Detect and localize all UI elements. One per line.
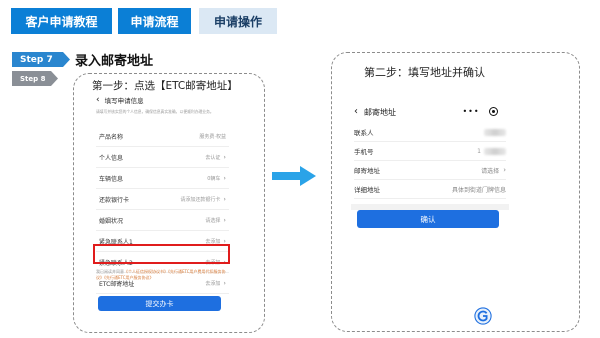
form-row-personal-info[interactable]: 个人信息 去认证 › <box>96 147 229 168</box>
form-row-value: 去认证 › <box>205 153 226 161</box>
chevron-right-icon: › <box>223 195 226 203</box>
step-7-marker: Step 7 <box>12 52 70 67</box>
form-row-product: 产品名称 服务费·权益 <box>96 126 229 147</box>
form-row-label: 婚姻状况 <box>99 217 124 225</box>
agreement-link-credit[interactable]: 《个人征信授权协议书》 <box>124 269 168 274</box>
form-row-bank-card[interactable]: 还款银行卡 请添加还款银行卡 › <box>96 189 229 210</box>
form-row-contact[interactable]: 联系人 <box>354 123 506 142</box>
left-form-title: 填写申请信息 <box>104 97 144 105</box>
form-row-marital-status[interactable]: 婚姻状况 请选择 › <box>96 210 229 231</box>
form-row-value: 请选择 › <box>481 166 506 175</box>
form-row-value: 服务费·权益 <box>199 133 226 140</box>
form-row-label: 手机号 <box>354 148 374 156</box>
right-form-rows: 联系人 手机号 1 邮寄地址 请选择 › 详细地址 具体到街道门牌信息 <box>354 123 506 199</box>
app-logo-icon <box>474 307 492 325</box>
form-row-label: 个人信息 <box>99 154 124 162</box>
chevron-left-icon[interactable]: ‹ <box>354 107 358 117</box>
section-title: 录入邮寄地址 <box>75 54 154 69</box>
form-row-detailed-address[interactable]: 详细地址 具体到街道门牌信息 <box>354 180 506 199</box>
etc-address-highlight-box <box>93 244 230 264</box>
mini-program-capsule: ••• <box>458 104 502 118</box>
submit-card-button[interactable]: 提交办卡 <box>98 296 221 311</box>
form-row-mailing-address[interactable]: 邮寄地址 请选择 › <box>354 161 506 180</box>
form-row-value: 请添加还款银行卡 › <box>180 195 226 203</box>
form-row-value: 具体到街道门牌信息 <box>451 186 506 194</box>
chevron-right-icon: › <box>503 166 506 174</box>
more-dots-icon[interactable]: ••• <box>462 107 479 116</box>
target-close-icon[interactable] <box>488 106 498 116</box>
agreement-text: 我已阅读并同意《个人征信授权协议书》《先行通ETC用户费用代扣服务协议》《先行通… <box>96 269 226 280</box>
form-row-label: 联系人 <box>354 129 374 137</box>
step-8-marker: Step 8 <box>12 71 58 86</box>
agreement-link-service[interactable]: 《先行通ETC用户服务协议》 <box>104 275 154 280</box>
form-row-label: 车辆信息 <box>99 175 124 183</box>
form-row-value: 0辆车 › <box>207 174 226 182</box>
form-row-label: 还款银行卡 <box>99 196 130 204</box>
chevron-right-icon: › <box>223 216 226 224</box>
right-arrow-icon <box>272 166 316 186</box>
form-row-value: 请选择 › <box>205 216 226 224</box>
left-panel-heading: 第一步：点选【ETC邮寄地址】 <box>92 80 238 92</box>
form-row-label: 详细地址 <box>354 186 380 194</box>
chevron-right-icon: › <box>223 153 226 161</box>
form-row-vehicle-info[interactable]: 车辆信息 0辆车 › <box>96 168 229 189</box>
blurred-value <box>484 128 506 136</box>
right-form-title: 邮寄地址 <box>364 107 396 117</box>
left-form-notice: 请填写并核实您的个人信息，确保信息真实准确，以便顺利办理业务。 <box>96 109 214 114</box>
tab-customer-tutorial[interactable]: 客户申请教程 <box>11 8 112 34</box>
form-row-value: 1 <box>477 147 506 155</box>
left-form-header: ‹ 填写申请信息 <box>96 94 229 106</box>
right-panel-heading: 第二步：填写地址并确认 <box>364 66 485 79</box>
confirm-button[interactable]: 确认 <box>357 210 499 228</box>
form-row-label: 邮寄地址 <box>354 167 380 175</box>
form-row-label: 产品名称 <box>99 133 124 141</box>
blurred-value <box>484 147 506 155</box>
tab-application-operation[interactable]: 申请操作 <box>199 8 277 34</box>
form-row-phone[interactable]: 手机号 1 <box>354 142 506 161</box>
chevron-right-icon: › <box>223 174 226 182</box>
tab-application-process[interactable]: 申请流程 <box>118 8 191 34</box>
form-row-value <box>484 128 506 136</box>
chevron-left-icon[interactable]: ‹ <box>96 95 100 105</box>
